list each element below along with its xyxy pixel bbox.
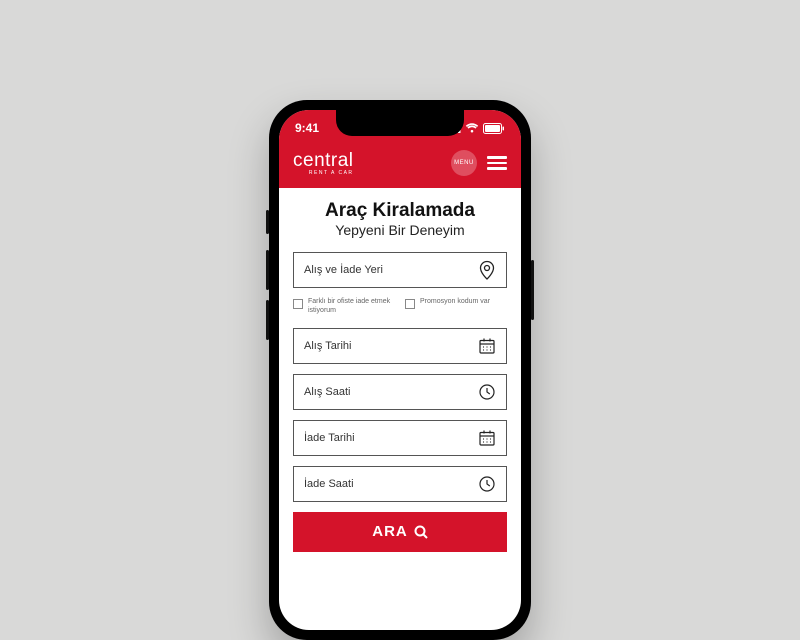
clock-icon xyxy=(478,383,496,401)
pickup-time-label: Alış Saati xyxy=(304,386,350,398)
different-office-checkbox[interactable]: Farklı bir ofiste iade etmek istiyorum xyxy=(293,298,395,316)
phone-frame: 9:41 central RENT A CAR MENU xyxy=(269,100,531,640)
return-date-label: İade Tarihi xyxy=(304,432,355,444)
phone-volume-down xyxy=(266,300,269,340)
search-form: Araç Kiralamada Yepyeni Bir Deneyim Alış… xyxy=(279,188,521,552)
different-office-label: Farklı bir ofiste iade etmek istiyorum xyxy=(308,298,395,316)
calendar-icon xyxy=(478,429,496,447)
status-time: 9:41 xyxy=(295,121,319,135)
hamburger-icon[interactable] xyxy=(487,153,507,173)
phone-mute-switch xyxy=(266,210,269,234)
options-row: Farklı bir ofiste iade etmek istiyorum P… xyxy=(293,298,507,316)
hero-title: Araç Kiralamada xyxy=(293,200,507,222)
pickup-date-field[interactable]: Alış Tarihi xyxy=(293,328,507,364)
promo-code-checkbox[interactable]: Promosyon kodum var xyxy=(405,298,507,316)
menu-badge-label: MENU xyxy=(454,160,474,166)
calendar-icon xyxy=(478,337,496,355)
pickup-time-field[interactable]: Alış Saati xyxy=(293,374,507,410)
brand-logo[interactable]: central RENT A CAR xyxy=(293,151,354,176)
wifi-icon xyxy=(465,123,479,133)
location-pin-icon xyxy=(478,260,496,280)
search-icon xyxy=(414,525,428,539)
return-time-field[interactable]: İade Saati xyxy=(293,466,507,502)
checkbox-icon xyxy=(293,299,303,309)
phone-volume-up xyxy=(266,250,269,290)
return-time-label: İade Saati xyxy=(304,478,354,490)
battery-icon xyxy=(483,123,505,134)
location-field[interactable]: Alış ve İade Yeri xyxy=(293,252,507,288)
return-date-field[interactable]: İade Tarihi xyxy=(293,420,507,456)
app-header: central RENT A CAR MENU xyxy=(279,146,521,188)
hero-title-block: Araç Kiralamada Yepyeni Bir Deneyim xyxy=(293,200,507,238)
brand-tagline: RENT A CAR xyxy=(293,171,354,176)
phone-screen: 9:41 central RENT A CAR MENU xyxy=(279,110,521,630)
search-button-label: ARA xyxy=(372,523,408,540)
search-button[interactable]: ARA xyxy=(293,512,507,552)
menu-badge[interactable]: MENU xyxy=(451,150,477,176)
brand-name: central xyxy=(293,151,354,170)
hero-subtitle: Yepyeni Bir Deneyim xyxy=(293,222,507,238)
pickup-date-label: Alış Tarihi xyxy=(304,340,351,352)
phone-power-button xyxy=(531,260,534,320)
phone-notch xyxy=(336,110,464,136)
promo-code-label: Promosyon kodum var xyxy=(420,298,490,307)
checkbox-icon xyxy=(405,299,415,309)
location-label: Alış ve İade Yeri xyxy=(304,264,383,276)
clock-icon xyxy=(478,475,496,493)
